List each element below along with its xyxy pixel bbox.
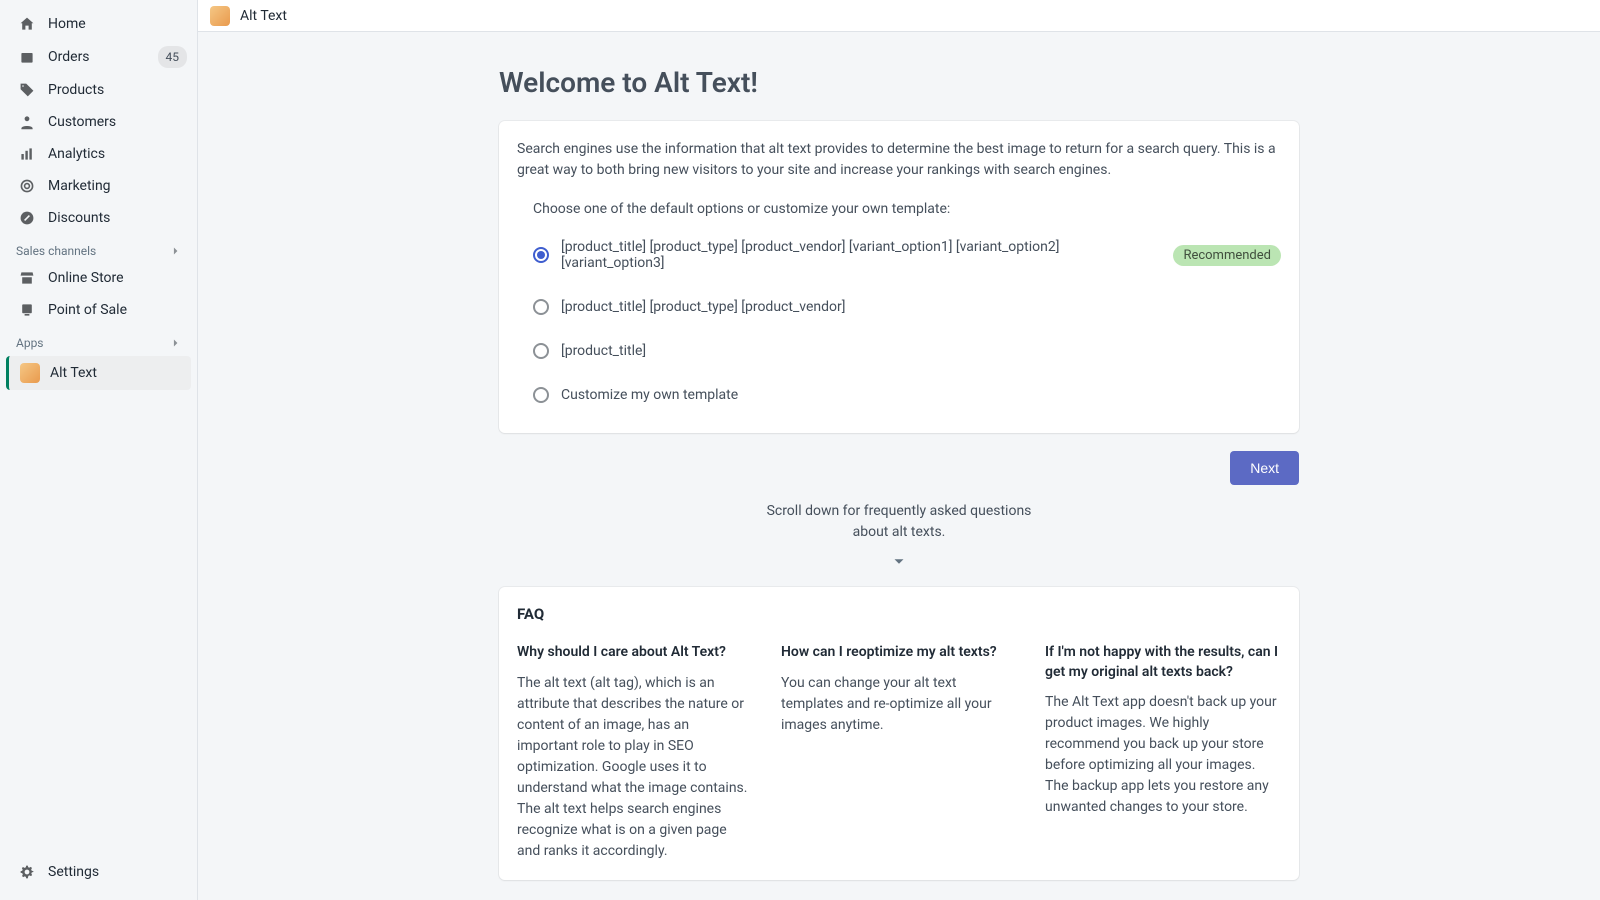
sidebar-item-products[interactable]: Products [0,74,197,106]
radio-icon [533,299,549,315]
sidebar-item-settings[interactable]: Settings [0,856,197,888]
orders-badge: 45 [158,46,188,68]
sidebar-item-label: Discounts [48,208,110,228]
template-option-1[interactable]: [product_title] [product_type] [product_… [517,291,1281,323]
main: Alt Text Welcome to Alt Text! Search eng… [198,0,1600,900]
radio-label: Customize my own template [561,387,738,403]
faq-question: Why should I care about Alt Text? [517,643,753,663]
sidebar-item-discounts[interactable]: Discounts [0,202,197,234]
sidebar-item-label: Online Store [48,268,124,288]
choose-label: Choose one of the default options or cus… [533,201,1281,217]
sidebar-app-alt-text[interactable]: Alt Text [6,356,191,390]
next-button[interactable]: Next [1230,451,1299,485]
sidebar-item-online-store[interactable]: Online Store [0,262,197,294]
scroll-hint: Scroll down for frequently asked questio… [749,501,1049,543]
sidebar-item-label: Analytics [48,144,105,164]
sidebar-item-label: Home [48,14,86,34]
sidebar-item-orders[interactable]: Orders 45 [0,40,197,74]
sidebar-item-label: Settings [48,862,99,882]
page-title: Welcome to Alt Text! [499,66,1299,99]
faq-answer: The Alt Text app doesn't back up your pr… [1045,692,1281,818]
section-sales-channels[interactable]: Sales channels [0,234,197,262]
chevron-right-icon [169,244,183,258]
section-label: Apps [16,336,44,350]
radio-label: [product_title] [product_type] [product_… [561,239,1163,271]
discount-icon [18,209,36,227]
topbar: Alt Text [198,0,1600,32]
sidebar-item-label: Orders [48,47,90,67]
radio-icon [533,247,549,263]
faq-item-0: Why should I care about Alt Text? The al… [517,643,753,862]
chevron-right-icon [169,336,183,350]
faq-answer: The alt text (alt tag), which is an attr… [517,673,753,862]
gear-icon [18,863,36,881]
recommended-badge: Recommended [1173,245,1281,266]
tag-icon [18,81,36,99]
faq-heading: FAQ [517,605,1281,623]
alt-text-app-icon [20,363,40,383]
faq-question: If I'm not happy with the results, can I… [1045,643,1281,682]
home-icon [18,15,36,33]
bar-chart-icon [18,145,36,163]
section-label: Sales channels [16,244,96,258]
store-icon [18,269,36,287]
section-apps[interactable]: Apps [0,326,197,354]
faq-item-1: How can I reoptimize my alt texts? You c… [781,643,1017,862]
radio-label: [product_title] [product_type] [product_… [561,299,845,315]
sidebar-item-label: Marketing [48,176,111,196]
chevron-down-icon [499,553,1299,571]
topbar-title: Alt Text [240,8,287,24]
sidebar-item-marketing[interactable]: Marketing [0,170,197,202]
sidebar: Home Orders 45 Products Customers Analyt… [0,0,198,900]
pos-icon [18,301,36,319]
intro-text: Search engines use the information that … [517,139,1281,181]
radio-icon [533,387,549,403]
sidebar-item-label: Point of Sale [48,300,127,320]
sidebar-item-customers[interactable]: Customers [0,106,197,138]
sidebar-item-label: Alt Text [50,365,97,381]
sidebar-item-point-of-sale[interactable]: Point of Sale [0,294,197,326]
template-option-3[interactable]: Customize my own template [517,379,1281,411]
sidebar-item-label: Products [48,80,104,100]
faq-question: How can I reoptimize my alt texts? [781,643,1017,663]
content-area: Welcome to Alt Text! Search engines use … [198,32,1600,900]
target-icon [18,177,36,195]
orders-icon [18,48,36,66]
radio-label: [product_title] [561,343,646,359]
sidebar-item-analytics[interactable]: Analytics [0,138,197,170]
faq-item-2: If I'm not happy with the results, can I… [1045,643,1281,862]
person-icon [18,113,36,131]
template-card: Search engines use the information that … [499,121,1299,433]
template-option-2[interactable]: [product_title] [517,335,1281,367]
radio-icon [533,343,549,359]
alt-text-app-icon [210,6,230,26]
template-option-0[interactable]: [product_title] [product_type] [product_… [517,231,1281,279]
sidebar-item-home[interactable]: Home [0,8,197,40]
faq-answer: You can change your alt text templates a… [781,673,1017,736]
faq-card: FAQ Why should I care about Alt Text? Th… [499,587,1299,880]
sidebar-item-label: Customers [48,112,116,132]
